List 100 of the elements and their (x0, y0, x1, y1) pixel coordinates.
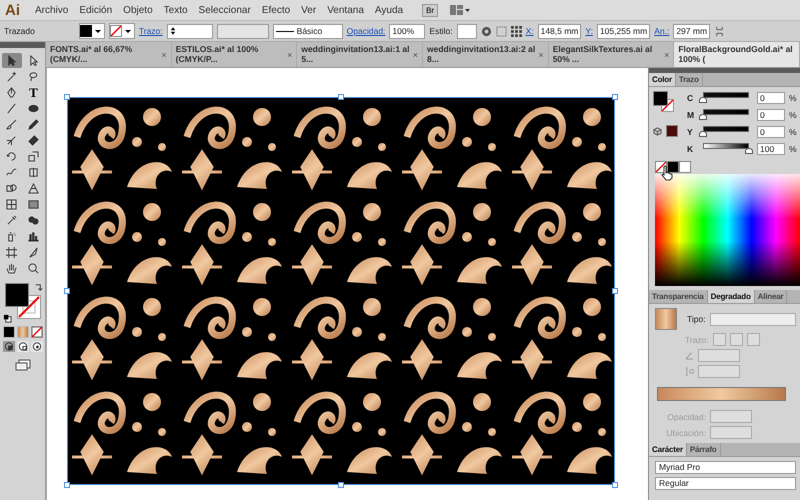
tab-close-button[interactable]: × (538, 50, 544, 60)
stroke-link[interactable]: Trazo: (138, 26, 163, 36)
channel-value-field[interactable]: 0 (757, 92, 785, 104)
slider-thumb[interactable] (699, 97, 707, 103)
location-label: Ubicación: (666, 428, 706, 438)
width-link[interactable]: An.: (654, 26, 670, 36)
panel-tab[interactable]: Degradado (708, 290, 755, 303)
link-icon[interactable] (714, 26, 726, 36)
blob-brush-icon (6, 135, 17, 146)
x-position-field[interactable]: 148,5 mm (538, 24, 582, 38)
menu-item[interactable]: Texto (164, 4, 188, 16)
document-tab[interactable]: FloralBackgroundGold.ai* al 100% ( (674, 42, 800, 67)
aspect-ratio-icon (685, 367, 694, 376)
wand-icon (6, 71, 17, 82)
pencil-icon (28, 119, 39, 130)
fill-swatch-icon (80, 25, 92, 37)
spinner-arrows-icon[interactable] (170, 26, 176, 36)
workspace-layout-icon[interactable] (449, 4, 472, 16)
tool-button[interactable]: T (24, 85, 44, 100)
tool-button[interactable] (2, 53, 22, 68)
percent-unit: % (789, 126, 797, 136)
spray-can-icon (6, 231, 17, 242)
panel-tab[interactable]: Color (649, 73, 676, 86)
quick-color-swatch[interactable] (679, 161, 691, 173)
align-icon[interactable] (496, 26, 507, 36)
eyedropper-icon (6, 215, 17, 226)
x-position-link[interactable]: X: (526, 26, 534, 36)
slider-thumb[interactable] (699, 131, 707, 137)
tab-close-button[interactable]: × (287, 50, 292, 60)
channel-label: M (687, 110, 695, 120)
menu-item[interactable]: Seleccionar (198, 4, 251, 16)
none-mode-button[interactable] (30, 326, 42, 338)
font-family-dropdown[interactable]: Myriad Pro (655, 461, 796, 474)
color-mode-button[interactable] (2, 326, 14, 338)
panel-tab[interactable]: Párrafo (686, 443, 720, 456)
app-logo: Ai (5, 2, 20, 18)
opacity-link[interactable]: Opacidad: (346, 26, 386, 36)
fill-color-swatch[interactable] (653, 91, 668, 106)
stroke-profile-dropdown[interactable]: Básico (272, 24, 343, 38)
draw-behind-icon[interactable] (16, 341, 28, 352)
color-spectrum[interactable] (655, 174, 800, 286)
brush-icon (6, 119, 17, 130)
width-field[interactable]: 297 mm (673, 24, 710, 38)
free-transform-icon (28, 167, 39, 178)
fill-swatch-dropdown[interactable] (78, 23, 105, 39)
reference-point-icon[interactable] (510, 26, 522, 36)
font-style-dropdown[interactable]: Regular (655, 477, 796, 490)
tab-close-button[interactable]: × (161, 50, 167, 60)
document-tab[interactable]: ElegantSilkTextures.ai al 50% ... × (548, 42, 674, 67)
default-colors-icon[interactable] (2, 314, 12, 323)
recolor-icon[interactable] (480, 26, 492, 36)
panel-tab[interactable]: Alinear (754, 290, 788, 303)
menu-item[interactable]: Ventana (327, 4, 364, 16)
panel-tab[interactable]: Trazo (676, 73, 703, 86)
tab-close-button[interactable]: × (412, 50, 418, 60)
menu-item[interactable]: Edición (79, 4, 112, 16)
panel-tab[interactable]: Carácter (649, 443, 687, 456)
gradient-swatch[interactable] (655, 308, 677, 330)
channel-label: Y (687, 126, 694, 136)
fill-color-swatch[interactable] (4, 283, 28, 307)
menu-item[interactable]: Efecto (262, 4, 290, 16)
eraser-icon (28, 135, 39, 146)
y-position-field[interactable]: 105,255 mm (596, 24, 650, 38)
stroke-weight-field[interactable] (166, 24, 213, 38)
menu-item[interactable]: Objeto (123, 4, 153, 16)
channel-value-field[interactable]: 100 (757, 142, 785, 154)
channel-label: K (687, 144, 694, 154)
document-tab[interactable]: weddinginvitation13.ai:2 al 8... × (423, 42, 549, 67)
document-tab-label: ElegantSilkTextures.ai al 50% ... (552, 44, 654, 64)
opacity-field[interactable]: 100% (389, 24, 426, 38)
mesh-icon (6, 199, 17, 210)
document-tab[interactable]: weddinginvitation13.ai:1 al 5... × (297, 42, 424, 67)
toolbox-header (0, 42, 45, 48)
document-tab[interactable]: ESTILOS.ai* al 100% (CMYK/P... × (172, 42, 298, 67)
opacity-label: Opacidad: (667, 412, 706, 422)
tab-close-button[interactable]: × (664, 50, 670, 60)
slider-thumb[interactable] (745, 148, 753, 154)
gradient-icon (28, 199, 39, 210)
draw-normal-icon[interactable] (2, 341, 14, 352)
menu-item[interactable]: Archivo (35, 4, 68, 16)
menu-item[interactable]: Ayuda (374, 4, 404, 16)
style-dropdown[interactable] (456, 24, 477, 38)
document-tab[interactable]: FONTS.ai* al 66,67% (CMYK/... × (46, 42, 172, 67)
menu-item[interactable]: Ver (301, 4, 316, 16)
screen-mode-icon[interactable] (14, 359, 30, 371)
y-position-link[interactable]: Y: (585, 26, 593, 36)
type-label: Tipo: (687, 314, 706, 324)
swap-arrow-icon[interactable] (34, 283, 42, 292)
percent-unit: % (789, 144, 797, 154)
cube-icon[interactable] (653, 126, 662, 136)
slider-thumb[interactable] (699, 114, 707, 120)
channel-value-field[interactable]: 0 (757, 126, 785, 138)
last-color-swatch[interactable] (666, 125, 678, 137)
warp-icon (6, 167, 17, 178)
quick-color-swatch[interactable] (667, 161, 679, 173)
stroke-swatch-dropdown[interactable] (108, 23, 135, 39)
gradient-ramp[interactable] (657, 387, 786, 401)
bridge-button[interactable]: Br (422, 4, 438, 16)
draw-inside-icon[interactable] (30, 341, 42, 352)
channel-value-field[interactable]: 0 (757, 108, 785, 120)
